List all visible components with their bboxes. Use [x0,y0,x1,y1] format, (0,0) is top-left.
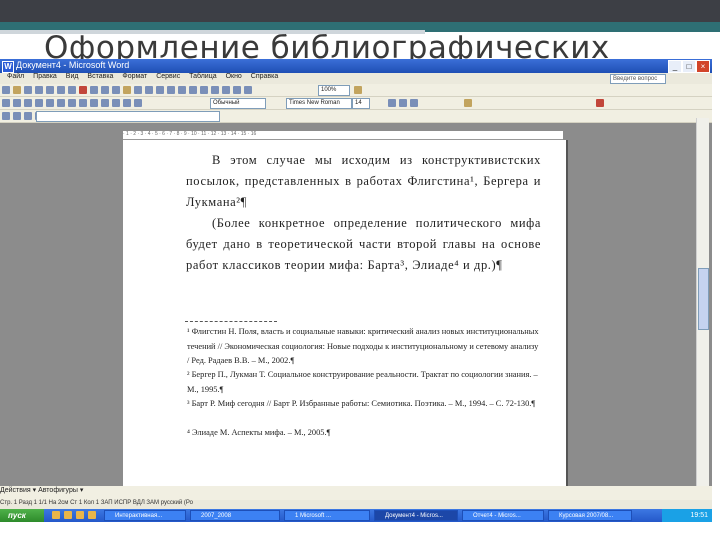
close-button[interactable]: × [696,60,710,73]
markup-display-select[interactable] [36,111,220,122]
columns-icon[interactable] [211,86,219,94]
bullets-icon[interactable] [13,99,21,107]
show-markup-icon[interactable] [13,112,21,120]
menu-table[interactable]: Таблица [189,73,216,80]
start-button[interactable]: пуск [0,509,44,522]
footnote-4: ⁴ Элиаде М. Аспекты мифа. – М., 2005.¶ [187,428,331,437]
justify-icon[interactable] [90,99,98,107]
increase-indent-icon[interactable] [46,99,54,107]
save-icon[interactable] [24,86,32,94]
taskbar-item[interactable]: Отчет4 - Micros... [462,510,544,521]
menu-insert[interactable]: Вставка [87,73,113,80]
font-color-icon[interactable] [596,99,604,107]
taskbar-item[interactable]: Интерактивная... [104,510,186,521]
previous-change-icon[interactable] [24,112,32,120]
taskbar: пуск Интерактивная... 2007_2008 1 Micros… [0,509,712,522]
word-icon[interactable]: W [2,61,14,73]
minimize-button[interactable]: _ [668,60,682,73]
decrease-indent-icon[interactable] [35,99,43,107]
menu-edit[interactable]: Правка [33,73,57,80]
email-icon[interactable] [46,86,54,94]
formatting-toolbar: Обычный Times New Roman 14 [0,97,712,110]
new-document-icon[interactable] [2,86,10,94]
italic-icon[interactable] [399,99,407,107]
clock[interactable]: 19:51 [662,509,712,522]
hyperlink-icon[interactable] [167,86,175,94]
underline-icon[interactable] [410,99,418,107]
footnote-1: ¹ Флигстин Н. Поля, власть и социальные … [187,327,539,365]
standard-toolbar: 100% [0,84,712,97]
status-bar: Стр. 1 Разд 1 1/1 На 2см Ст 1 Кол 1 ЗАП … [0,500,712,509]
tables-borders-icon[interactable] [178,86,186,94]
quicklaunch-icon[interactable] [64,511,72,519]
paste-icon[interactable] [123,86,131,94]
window-title: Документ4 - Microsoft Word [16,60,130,70]
insert-excel-icon[interactable] [200,86,208,94]
help-icon[interactable] [354,86,362,94]
quicklaunch-icon[interactable] [76,511,84,519]
insert-table-icon[interactable] [189,86,197,94]
menu-bar: Файл Правка Вид Вставка Формат Сервис Та… [0,73,712,84]
paragraph-1: В этом случае мы исходим из конструктиви… [186,153,541,209]
menu-help[interactable]: Справка [251,73,278,80]
track-changes-icon[interactable] [2,112,10,120]
show-hide-icon[interactable] [244,86,252,94]
numbering-icon[interactable] [24,99,32,107]
footnote-2: ² Бергер П., Лукман Т. Социальное констр… [187,370,538,394]
document-map-icon[interactable] [233,86,241,94]
draw-actions-menu[interactable]: Действия ▾ Автофигуры ▾ [0,487,83,494]
quicklaunch-icon[interactable] [52,511,60,519]
reviewing-toolbar [0,110,712,123]
align-left-icon[interactable] [57,99,65,107]
menu-file[interactable]: Файл [7,73,24,80]
taskbar-item[interactable]: 2007_2008 [190,510,280,521]
quicklaunch-icon[interactable] [88,511,96,519]
undo-icon[interactable] [145,86,153,94]
menu-view[interactable]: Вид [66,73,79,80]
highlight-icon[interactable] [464,99,472,107]
drawing-toolbar: Действия ▾ Автофигуры ▾ [0,486,712,500]
vertical-scrollbar[interactable] [696,118,709,510]
menu-tools[interactable]: Сервис [156,73,180,80]
line-spacing-icon[interactable] [101,99,109,107]
menu-format[interactable]: Формат [122,73,147,80]
text-direction-icon[interactable] [134,99,142,107]
spelling-icon[interactable] [79,86,87,94]
horizontal-ruler[interactable]: · 1 · 2 · 3 · 4 · 5 · 6 · 7 · 8 · 9 · 10… [123,131,563,140]
align-center-icon[interactable] [68,99,76,107]
redo-icon[interactable] [156,86,164,94]
style-select[interactable]: Обычный [210,98,266,109]
permission-icon[interactable] [35,86,43,94]
print-preview-icon[interactable] [68,86,76,94]
copy-icon[interactable] [112,86,120,94]
cut-icon[interactable] [101,86,109,94]
scroll-thumb[interactable] [698,268,709,330]
title-bar: W Документ4 - Microsoft Word _ □ × [0,59,712,73]
menu-window[interactable]: Окно [226,73,242,80]
bold-icon[interactable] [388,99,396,107]
maximize-button[interactable]: □ [682,60,696,73]
taskbar-item[interactable]: 1 Microsoft ... [284,510,370,521]
footnote-separator [185,321,277,322]
borders-icon[interactable] [112,99,120,107]
paragraph-2: (Более конкретное определение политическ… [186,216,541,272]
research-icon[interactable] [90,86,98,94]
word-window: W Документ4 - Microsoft Word _ □ × Файл … [0,59,712,522]
format-painter-icon[interactable] [134,86,142,94]
help-question-input[interactable]: Введите вопрос [610,74,666,84]
document-page[interactable]: В этом случае мы исходим из конструктиви… [123,140,568,522]
align-right-icon[interactable] [79,99,87,107]
taskbar-item-active[interactable]: Документ4 - Micros... [374,510,458,521]
print-icon[interactable] [57,86,65,94]
footnote-3: ³ Барт Р. Миф сегодня // Барт Р. Избранн… [187,399,536,408]
font-size-select[interactable]: 14 [352,98,370,109]
shading-icon[interactable] [123,99,131,107]
zoom-select[interactable]: 100% [318,85,350,96]
taskbar-item[interactable]: Курсовая 2007/08... [548,510,632,521]
slide-top-bar [0,0,720,22]
drawing-icon[interactable] [222,86,230,94]
styles-icon[interactable] [2,99,10,107]
open-icon[interactable] [13,86,21,94]
font-name-select[interactable]: Times New Roman [286,98,352,109]
